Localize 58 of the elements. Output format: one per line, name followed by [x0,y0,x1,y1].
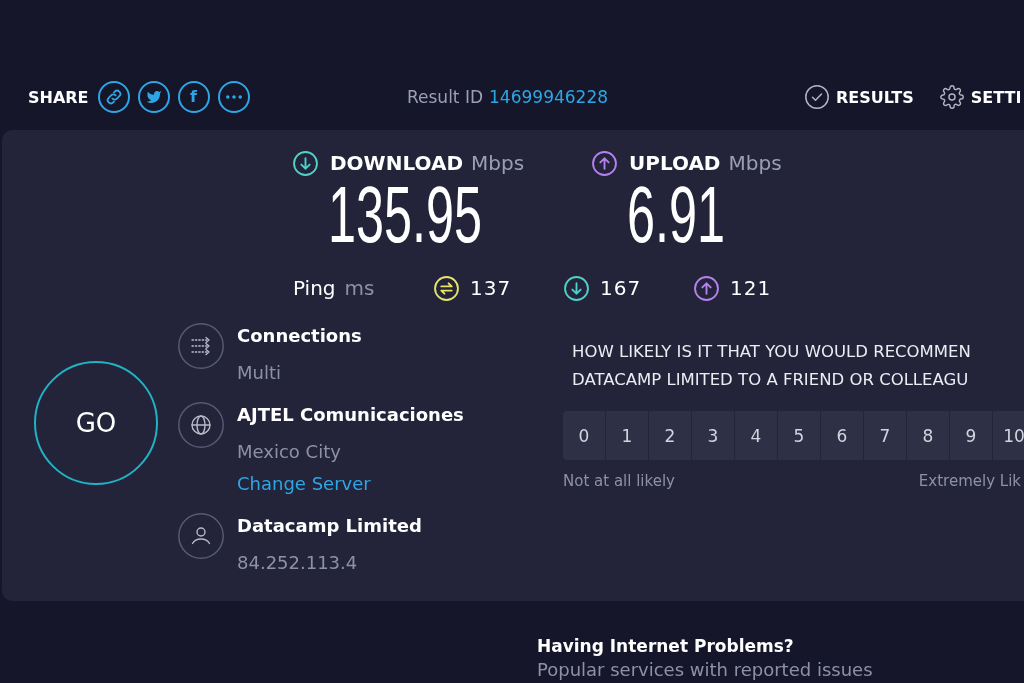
speed-value: 135.95 [328,179,483,251]
share-label: SHARE [28,87,89,107]
arrow-down-circle-icon [293,150,318,176]
settings-icon [939,85,964,109]
scale-low-label: Not at all likely [563,471,675,491]
share-button[interactable] [217,81,250,113]
rating-button[interactable]: 1 [606,411,648,460]
ping-unit: ms [344,276,375,300]
arrow-up-circle-icon [694,275,719,301]
detail-value: Multi [237,361,281,385]
rating-button[interactable]: 6 [821,411,863,460]
swap-arrows-icon [434,275,459,301]
ping-value: 121 [730,276,772,300]
bird-icon [145,89,162,105]
rating-button[interactable]: 5 [778,411,820,460]
problems-heading: Having Internet Problems? [537,635,794,658]
rating-button[interactable]: 4 [735,411,777,460]
speed-unit: Mbps [471,151,525,175]
settings-button[interactable]: SETTI [939,85,1022,109]
rating-button[interactable]: 9 [950,411,992,460]
ping-label: Ping [293,276,336,300]
share-button[interactable] [97,81,130,113]
speed-unit: Mbps [728,151,782,175]
problems-subtitle: Popular services with reported issues [537,658,873,682]
rating-button[interactable]: 8 [907,411,949,460]
arrows-icon [178,323,224,369]
person-icon [178,513,224,559]
rating-button[interactable]: 7 [864,411,906,460]
survey-question: DATACAMP LIMITED TO A FRIEND OR COLLEAGU [572,369,969,391]
arrow-down-circle-icon [564,275,589,301]
detail-value: Mexico City [237,440,341,464]
result-id-link[interactable]: 14699946228 [489,87,609,107]
rating-button[interactable]: 2 [649,411,691,460]
more-icon [225,95,242,99]
share-button[interactable]: f [177,81,210,113]
speed-label: UPLOAD [629,151,721,175]
chain-icon [105,89,122,105]
ping-value: 137 [470,276,512,300]
detail-title: Connections [237,324,362,348]
detail-title: Datacamp Limited [237,514,422,538]
speed-label: DOWNLOAD [330,151,463,175]
ping-value: 167 [600,276,642,300]
results-button[interactable]: RESULTS [805,85,914,109]
change-server-link[interactable]: Change Server [237,472,371,496]
share-button[interactable] [137,81,170,113]
rating-button[interactable]: 10 [993,411,1024,460]
result-id-label: Result ID [407,87,484,107]
rating-button[interactable]: 3 [692,411,734,460]
rating-button[interactable]: 0 [563,411,605,460]
go-button[interactable]: GO [34,361,158,485]
scale-high-label: Extremely Lik [918,471,1021,491]
detail-title: AJTEL Comunicaciones [237,403,464,427]
globe-icon [178,402,224,448]
arrow-up-circle-icon [592,150,617,176]
check-circle-icon [805,85,829,109]
detail-value: 84.252.113.4 [237,551,358,575]
speed-value: 6.91 [627,179,726,251]
survey-question: HOW LIKELY IS IT THAT YOU WOULD RECOMMEN [572,341,971,363]
